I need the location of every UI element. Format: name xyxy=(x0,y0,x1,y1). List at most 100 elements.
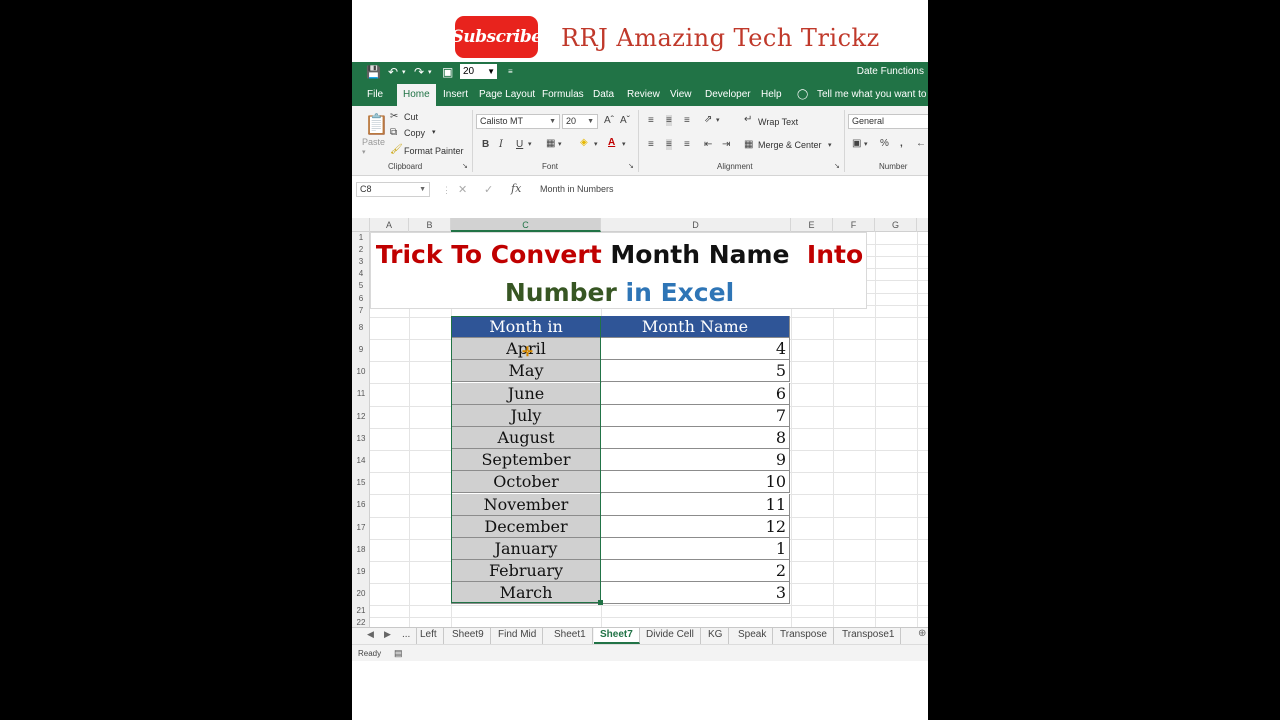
column-header-g[interactable]: G xyxy=(875,218,917,232)
sheet-tab[interactable]: Divide Cell xyxy=(640,628,701,644)
chevron-down-icon[interactable]: ▾ xyxy=(622,140,626,148)
column-header-f[interactable]: F xyxy=(833,218,875,232)
macro-record-icon[interactable]: ▤ xyxy=(394,648,403,659)
dialog-launcher-icon[interactable]: ↘ xyxy=(628,162,634,170)
sheet-tab[interactable]: Transpose xyxy=(774,628,834,644)
header-month-in-numbers[interactable]: Month in Numbers xyxy=(451,316,600,358)
row-header[interactable]: 1 xyxy=(352,233,370,243)
column-header-a[interactable]: A xyxy=(370,218,409,232)
undo-icon[interactable]: ↶ xyxy=(388,65,398,79)
orientation-icon[interactable]: ⇗ xyxy=(704,114,712,125)
borders-icon[interactable]: ▦ xyxy=(546,138,555,149)
number-cell[interactable]: 8 xyxy=(600,427,790,449)
percent-icon[interactable]: % xyxy=(880,138,889,149)
increase-font-icon[interactable]: Aˆ xyxy=(604,115,614,126)
row-header[interactable]: 3 xyxy=(352,257,370,267)
tab-page-layout[interactable]: Page Layout xyxy=(479,89,535,100)
qat-font-size-box[interactable]: 20 ▼ xyxy=(460,64,497,79)
formula-input[interactable]: Month in Numbers xyxy=(540,184,614,194)
align-left-icon[interactable]: ≡ xyxy=(648,139,654,150)
chevron-down-icon[interactable]: ▾ xyxy=(432,128,436,136)
wrap-text-button[interactable]: Wrap Text xyxy=(758,117,798,127)
row-header[interactable]: 11 xyxy=(352,389,370,399)
number-cell[interactable]: 10 xyxy=(600,471,790,494)
prev-sheet-icon[interactable]: ◀ xyxy=(367,629,374,640)
number-cell[interactable]: 1 xyxy=(600,538,790,560)
row-header[interactable]: 5 xyxy=(352,281,370,291)
sheet-tab[interactable]: Speak xyxy=(732,628,774,644)
fill-color-icon[interactable]: ◈ xyxy=(580,137,588,148)
copy-button[interactable]: Copy xyxy=(404,128,425,138)
row-header[interactable]: 20 xyxy=(352,589,370,599)
month-cell[interactable]: August xyxy=(451,427,600,449)
row-header[interactable]: 9 xyxy=(352,345,370,355)
number-cell[interactable]: 2 xyxy=(600,560,790,583)
undo-dropdown-icon[interactable]: ▾ xyxy=(402,68,406,76)
customize-qat-icon[interactable]: ≡ xyxy=(508,67,513,76)
chevron-down-icon[interactable]: ▾ xyxy=(558,140,562,148)
column-header-e[interactable]: E xyxy=(791,218,833,232)
row-header[interactable]: 2 xyxy=(352,245,370,255)
month-cell[interactable]: October xyxy=(451,471,600,494)
increase-indent-icon[interactable]: ⇥ xyxy=(722,139,730,150)
tab-formulas[interactable]: Formulas xyxy=(542,89,584,100)
tab-developer[interactable]: Developer xyxy=(705,89,751,100)
chevron-down-icon[interactable]: ▾ xyxy=(594,140,598,148)
row-header[interactable]: 7 xyxy=(352,306,370,316)
font-size-box[interactable]: 20 ▼ xyxy=(562,114,598,129)
sheet-tab[interactable]: Find Mid xyxy=(492,628,544,644)
underline-button[interactable]: U xyxy=(516,139,523,150)
number-cell[interactable]: 6 xyxy=(600,382,790,405)
number-cell[interactable]: 11 xyxy=(600,493,790,516)
chevron-down-icon[interactable]: ▾ xyxy=(528,140,532,148)
bold-button[interactable]: B xyxy=(482,139,489,150)
row-header[interactable]: 14 xyxy=(352,456,370,466)
cancel-icon[interactable]: ✕ xyxy=(458,183,467,196)
merge-center-button[interactable]: Merge & Center xyxy=(758,140,822,150)
row-header[interactable]: 15 xyxy=(352,478,370,488)
font-name-box[interactable]: Calisto MT ▼ xyxy=(476,114,560,129)
row-header[interactable]: 12 xyxy=(352,412,370,422)
tell-me-search[interactable]: Tell me what you want to do xyxy=(817,89,928,100)
row-header[interactable]: 16 xyxy=(352,500,370,510)
dialog-launcher-icon[interactable]: ↘ xyxy=(834,162,840,170)
sheet-tab[interactable]: Sheet9 xyxy=(446,628,491,644)
paste-icon[interactable]: 📋 xyxy=(364,112,389,137)
tab-view[interactable]: View xyxy=(670,89,692,100)
enter-icon[interactable]: ✓ xyxy=(484,183,493,196)
number-cell[interactable]: 12 xyxy=(600,515,790,538)
column-header-c[interactable]: C xyxy=(451,218,601,232)
name-box[interactable]: C8 ▼ xyxy=(356,182,430,197)
row-header[interactable]: 6 xyxy=(352,294,370,304)
sheet-tab[interactable]: Transpose1 xyxy=(836,628,902,644)
row-header[interactable]: 10 xyxy=(352,367,370,377)
chevron-down-icon[interactable]: ▾ xyxy=(716,116,720,124)
sheet-tab[interactable]: KG xyxy=(702,628,730,644)
save-icon[interactable]: 💾 xyxy=(366,65,381,79)
row-header[interactable]: 18 xyxy=(352,545,370,555)
fill-handle[interactable] xyxy=(598,600,603,605)
align-right-icon[interactable]: ≡ xyxy=(684,139,690,150)
middle-align-icon[interactable]: ≡ xyxy=(666,115,672,126)
align-center-icon[interactable]: ≡ xyxy=(666,139,672,150)
format-painter-button[interactable]: Format Painter xyxy=(404,146,464,156)
paste-button[interactable]: Paste xyxy=(362,137,385,147)
title-card[interactable]: Trick To Convert Month Name Into Number … xyxy=(370,232,867,309)
month-cell[interactable]: September xyxy=(451,449,600,472)
redo-dropdown-icon[interactable]: ▾ xyxy=(428,68,432,76)
row-header[interactable]: 19 xyxy=(352,567,370,577)
cut-button[interactable]: Cut xyxy=(404,112,418,122)
number-cell[interactable]: 3 xyxy=(600,582,790,605)
column-header-b[interactable]: B xyxy=(409,218,451,232)
font-color-icon[interactable]: A xyxy=(608,137,615,148)
redo-icon[interactable]: ↷ xyxy=(414,65,424,79)
next-sheet-icon[interactable]: ▶ xyxy=(384,629,391,640)
decrease-indent-icon[interactable]: ⇤ xyxy=(704,139,712,150)
top-align-icon[interactable]: ≡ xyxy=(648,115,654,126)
form-icon[interactable]: ▣ xyxy=(442,65,453,79)
sheet-tab[interactable]: Left xyxy=(414,628,444,644)
sheet-tab[interactable]: Sheet1 xyxy=(548,628,593,644)
comma-style-icon[interactable]: , xyxy=(900,138,903,149)
header-month-name[interactable]: Month Name xyxy=(600,316,790,338)
add-sheet-icon[interactable]: ⊕ xyxy=(918,628,926,639)
